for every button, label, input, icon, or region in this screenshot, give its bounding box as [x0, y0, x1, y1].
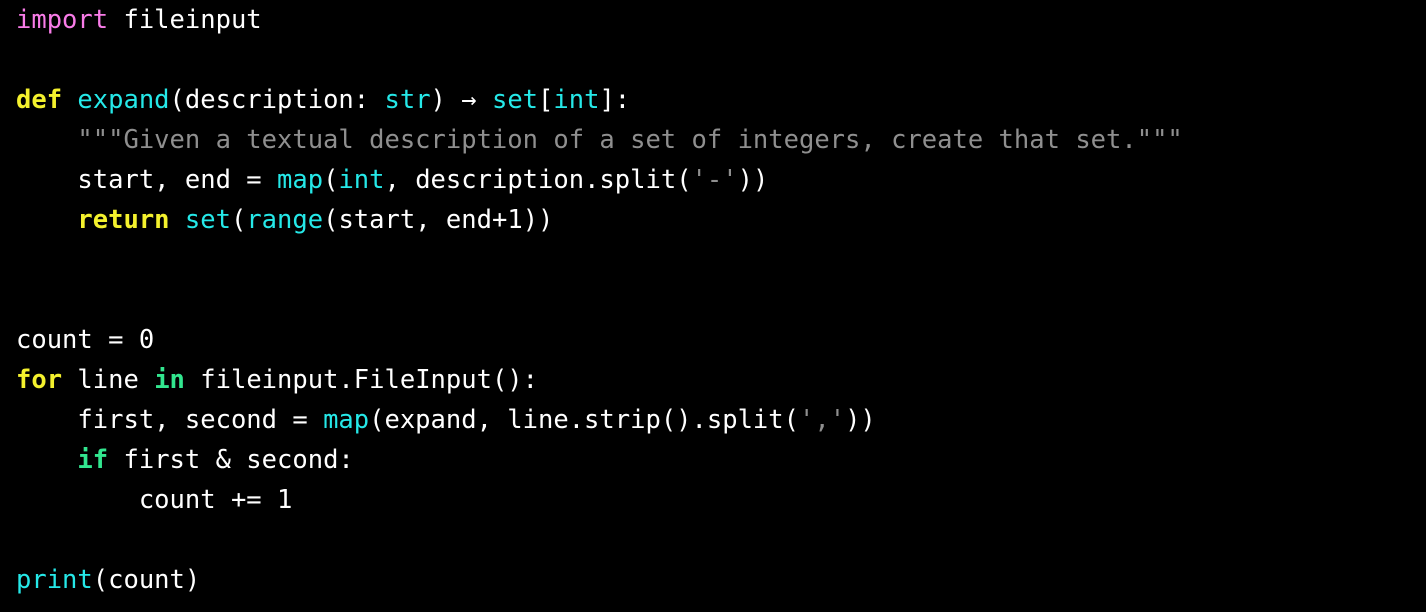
token-plain: (	[323, 165, 339, 195]
token-builtin: map	[277, 165, 324, 195]
token-plain: (	[230, 205, 247, 235]
token-kw-import: import	[16, 5, 109, 35]
code-line-12[interactable]: if first & second:	[0, 440, 1426, 480]
token-kw-yellow: for	[16, 365, 63, 395]
token-plain: (start, end+	[323, 205, 508, 235]
code-line-1[interactable]: import fileinput	[0, 0, 1426, 40]
code-line-6[interactable]: return set(range(start, end+1))	[0, 200, 1426, 240]
token-num: 1	[277, 485, 293, 515]
token-string: '-'	[691, 165, 738, 195]
token-kw-yellow: def	[16, 85, 63, 115]
token-builtin: set	[491, 85, 539, 115]
code-line-9[interactable]: count = 0	[0, 320, 1426, 360]
token-plain: ))	[522, 205, 554, 235]
token-plain: fileinput	[108, 5, 262, 35]
code-line-14[interactable]	[0, 520, 1426, 560]
code-line-13[interactable]: count += 1	[0, 480, 1426, 520]
token-plain: ) →	[430, 85, 492, 115]
code-line-10[interactable]: for line in fileinput.FileInput():	[0, 360, 1426, 400]
code-line-5[interactable]: start, end = map(int, description.split(…	[0, 160, 1426, 200]
token-plain: ))	[845, 405, 876, 435]
token-plain: fileinput.FileInput():	[184, 365, 539, 395]
token-builtin: print	[16, 565, 93, 595]
token-plain: (expand, line.strip().split(	[369, 405, 799, 435]
token-plain: line	[62, 365, 155, 395]
code-line-15[interactable]: print(count)	[0, 560, 1426, 600]
token-plain: [	[538, 85, 554, 115]
token-builtin: int	[553, 85, 600, 115]
token-builtin: set	[184, 205, 231, 235]
token-plain: count +=	[138, 485, 277, 515]
token-builtin: int	[338, 165, 385, 195]
token-builtin: map	[323, 405, 370, 435]
code-line-11[interactable]: first, second = map(expand, line.strip()…	[0, 400, 1426, 440]
token-plain: start, end =	[77, 165, 278, 195]
token-func: expand	[77, 85, 170, 115]
token-builtin: str	[384, 85, 431, 115]
token-num: 0	[138, 325, 155, 355]
token-kw-green: if	[77, 445, 109, 475]
token-doc: """Given a textual description of a set …	[77, 125, 1183, 155]
token-plain: (count)	[92, 565, 201, 595]
code-line-7[interactable]	[0, 240, 1426, 280]
token-plain: ))	[737, 165, 769, 195]
code-listing[interactable]: import fileinput def expand(description: …	[0, 0, 1426, 612]
code-line-4[interactable]: """Given a textual description of a set …	[0, 120, 1426, 160]
token-builtin: range	[246, 205, 324, 235]
token-plain: , description.split(	[384, 165, 692, 195]
token-plain: first, second =	[77, 405, 324, 435]
token-kw-yellow: return	[77, 205, 170, 235]
token-string: ','	[799, 405, 846, 435]
code-line-2[interactable]	[0, 40, 1426, 80]
code-line-8[interactable]	[0, 280, 1426, 320]
token-kw-green: in	[154, 365, 185, 395]
token-num: 1	[507, 205, 523, 235]
token-plain: ]:	[599, 85, 631, 115]
code-line-3[interactable]: def expand(description: str) → set[int]:	[0, 80, 1426, 120]
token-plain: (description:	[169, 85, 385, 115]
token-plain: first & second:	[108, 445, 354, 475]
token-plain: count =	[16, 325, 139, 355]
